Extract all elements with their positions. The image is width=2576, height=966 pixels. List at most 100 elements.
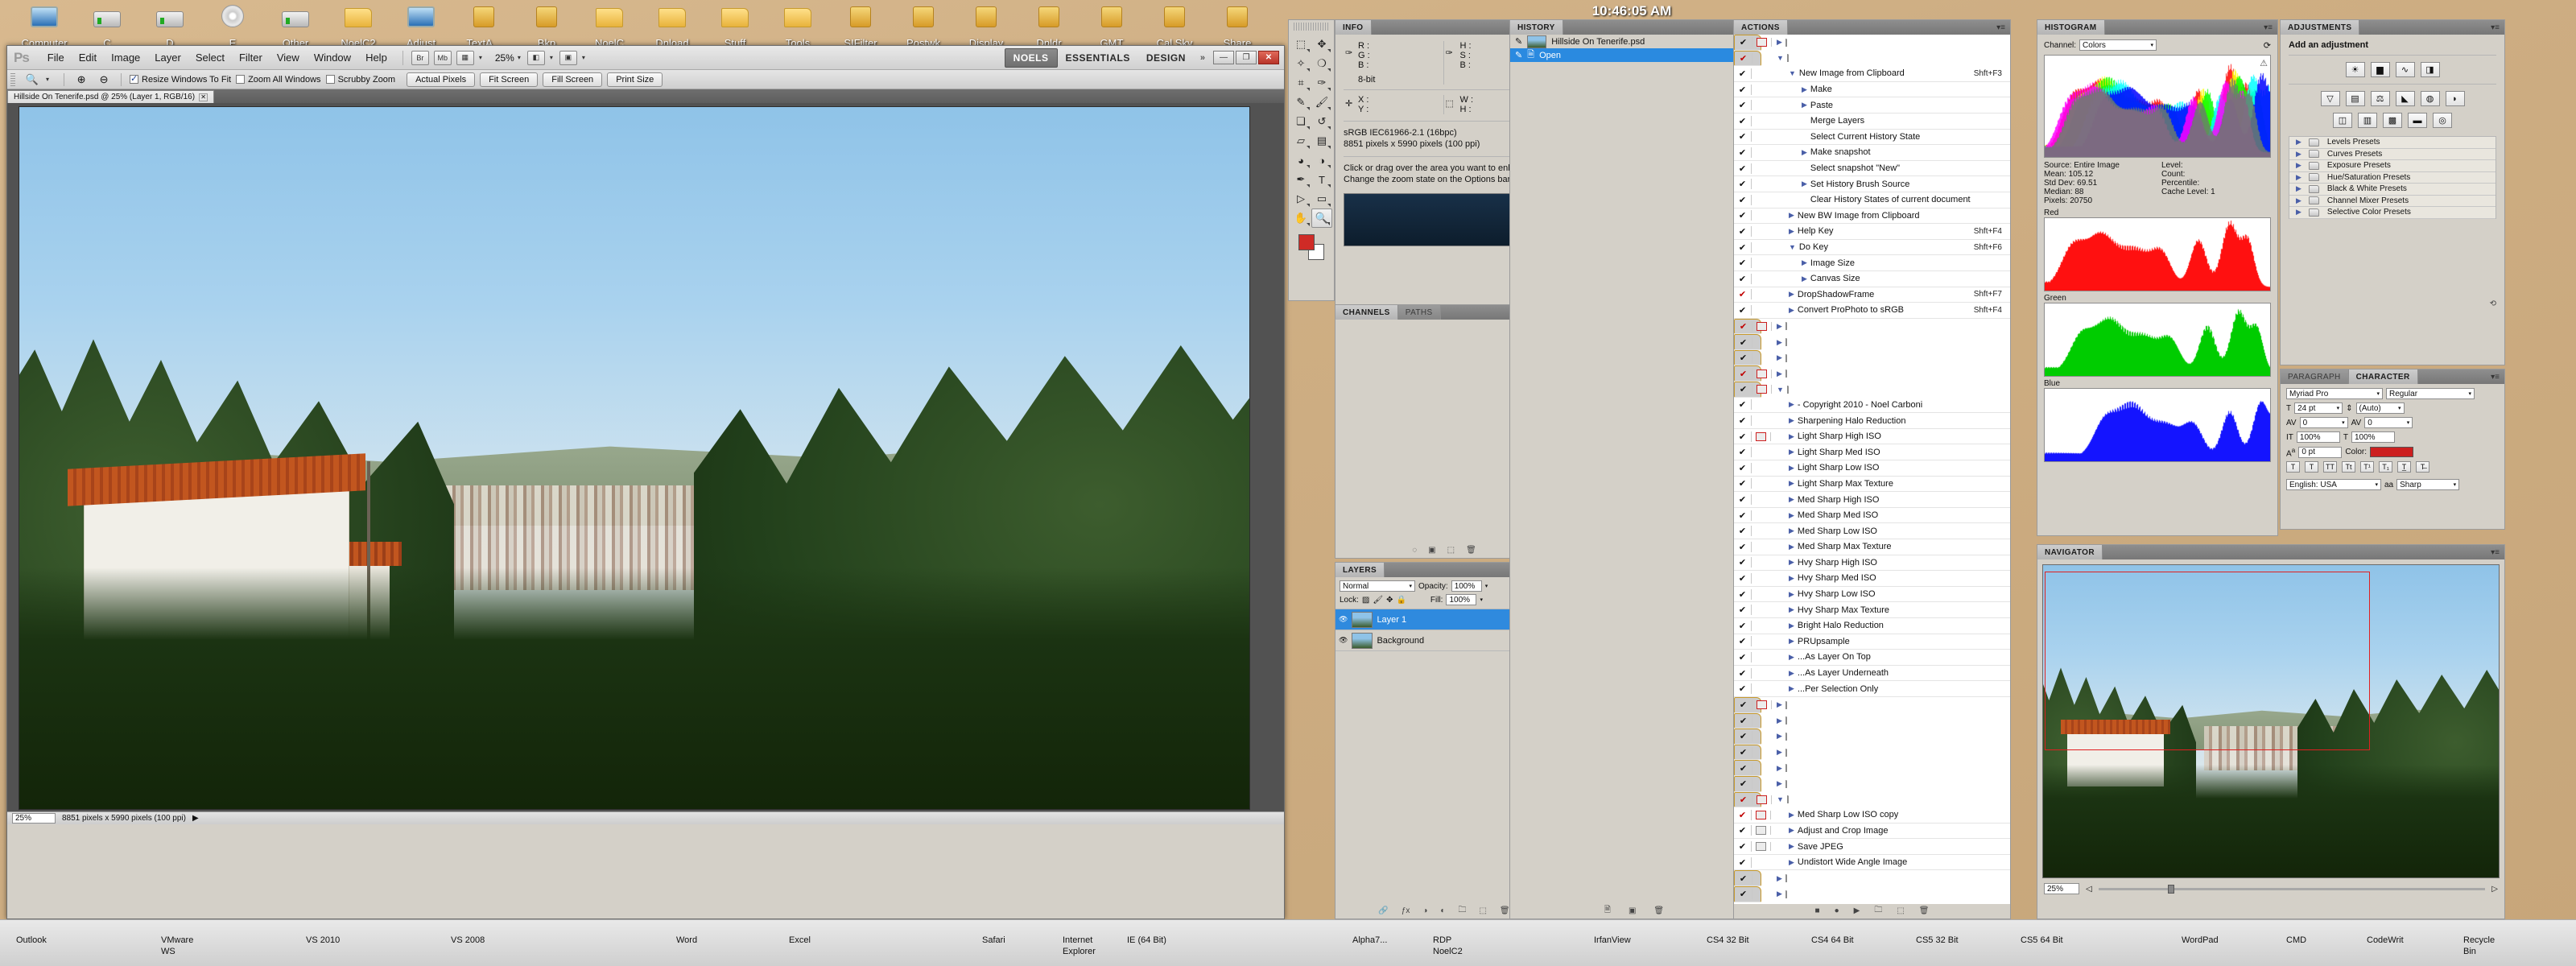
taskbar-item-irfanview[interactable]: IrfanView — [1594, 935, 1631, 946]
action-row[interactable]: ✔ ▶ Light Sharp Low ISO — [1734, 460, 2010, 477]
action-row[interactable]: ✔▼dSLR Fractal Sharpen PR7PE v1_5 — [1734, 382, 1789, 398]
taskbar-item-recycle-bin[interactable]: Recycle Bin — [2463, 935, 2495, 957]
expand-chevron-right-icon[interactable]: ▶ — [1789, 684, 1794, 693]
action-toggle-checkbox[interactable]: ✔ — [1735, 320, 1752, 332]
shape-tool-icon[interactable]: ▭ — [1311, 189, 1332, 208]
histogram-channel-select[interactable]: Colors ▾ — [2079, 39, 2157, 51]
action-toggle-checkbox[interactable]: ✔ — [1735, 762, 1752, 774]
actual-pixels-button[interactable]: Actual Pixels — [407, 72, 476, 87]
options-bar-grip[interactable] — [10, 72, 15, 86]
action-row[interactable]: ✔ ▶ Convert ProPhoto to sRGB Shft+F4 — [1734, 303, 2010, 319]
bridge-button[interactable]: Br — [411, 50, 429, 65]
action-row[interactable]: ✔ ▶ Med Sharp Max Texture — [1734, 539, 2010, 555]
expand-chevron-right-icon[interactable]: ▶ — [1789, 590, 1794, 599]
taskbar-item-internet-explorer[interactable]: Internet Explorer — [1063, 935, 1096, 957]
begin-recording-icon[interactable]: ● — [1835, 906, 1839, 915]
brush-tool-icon[interactable]: 🖌 — [1311, 93, 1332, 112]
action-row[interactable]: ✔▶Default Actions — [1734, 35, 1787, 51]
action-toggle-checkbox[interactable]: ✔ — [1735, 889, 1752, 900]
action-toggle-checkbox[interactable]: ✔ — [1734, 399, 1752, 411]
zoom-in-icon[interactable]: ▷ — [2491, 885, 2498, 894]
action-toggle-checkbox[interactable]: ✔ — [1734, 809, 1752, 820]
action-row[interactable]: ✔ ▶ Hvy Sharp Med ISO — [1734, 571, 2010, 587]
history-brush-tool-icon[interactable]: ↺ — [1311, 112, 1332, 131]
zoom-tool-icon[interactable]: 🔍 — [1311, 208, 1332, 228]
tab-histogram[interactable]: HISTOGRAM — [2037, 20, 2105, 35]
clone-stamp-tool-icon[interactable]: ❏ — [1290, 112, 1311, 131]
character-style-button-2[interactable]: TT — [2323, 461, 2337, 473]
zoom-out-icon[interactable]: ⊖ — [95, 72, 113, 87]
action-toggle-checkbox[interactable]: ✔ — [1734, 304, 1752, 316]
action-dialog-toggle[interactable] — [1752, 842, 1771, 852]
language-select[interactable]: English: USA ▾ — [2286, 479, 2381, 491]
action-row[interactable]: ✔▶Noels — [1734, 318, 1787, 335]
arrange-chevron-down-icon[interactable]: ▾ — [582, 54, 585, 61]
action-toggle-checkbox[interactable]: ✔ — [1735, 794, 1752, 805]
action-toggle-checkbox[interactable]: ✔ — [1735, 778, 1752, 790]
action-toggle-checkbox[interactable]: ✔ — [1734, 462, 1752, 473]
action-dialog-toggle[interactable] — [1752, 385, 1772, 394]
status-arrow-icon[interactable]: ▶ — [192, 814, 199, 823]
navigator-view-box[interactable] — [2045, 572, 2370, 750]
leading-input[interactable]: (Auto) ▾ — [2355, 402, 2405, 414]
expand-chevron-right-icon[interactable]: ▶ — [1777, 874, 1782, 883]
blend-mode-select[interactable]: Normal ▾ — [1340, 580, 1415, 592]
expand-chevron-right-icon[interactable]: ▶ — [1789, 448, 1794, 456]
expand-chevron-right-icon[interactable]: ▶ — [1777, 322, 1782, 331]
expand-chevron-right-icon[interactable]: ▶ — [1777, 748, 1782, 757]
lock-transparency-icon[interactable]: ▨ — [1362, 596, 1369, 605]
action-row[interactable]: ✔ ▶ Hvy Sharp High ISO — [1734, 555, 2010, 572]
character-style-button-5[interactable]: T₁ — [2379, 461, 2392, 473]
zoom-tool-icon[interactable]: 🔍 — [23, 72, 41, 87]
new-set-icon[interactable]: 🗀 — [1874, 904, 1882, 918]
hue-saturation-icon[interactable]: ▤ — [2345, 91, 2365, 106]
action-toggle-checkbox[interactable]: ✔ — [1734, 478, 1752, 489]
action-row[interactable]: ✔ ▶ - Copyright 2010 - Noel Carboni — [1734, 397, 2010, 414]
gradient-map-icon[interactable]: ▬ — [2408, 113, 2427, 128]
tool-preset-chevron-down-icon[interactable]: ▾ — [46, 76, 49, 83]
expand-chevron-right-icon[interactable]: ▶ — [1789, 842, 1794, 851]
zoom-level-input[interactable]: 25% — [12, 813, 56, 824]
taskbar-item-ie-64-bit-[interactable]: IE (64 Bit) — [1127, 935, 1166, 946]
action-row[interactable]: ✔▶Experimental — [1734, 760, 1787, 776]
action-row[interactable]: ✔ ▶ Hvy Sharp Max Texture — [1734, 602, 2010, 618]
workspace-noels[interactable]: NOELS — [1004, 47, 1058, 68]
action-toggle-checkbox[interactable]: ✔ — [1735, 52, 1752, 64]
preset-chevron-right-icon[interactable]: ▶ — [2296, 138, 2301, 147]
adjustment-preset-row[interactable]: ▶ Black & White Presets — [2289, 184, 2496, 196]
document-tab-close-icon[interactable]: ✕ — [199, 93, 208, 101]
action-row[interactable]: ✔ ▶ New BW Image from Clipboard — [1734, 208, 2010, 225]
vertical-scale-input[interactable]: 100% — [2296, 431, 2340, 443]
new-action-icon[interactable]: ⬚ — [1897, 906, 1904, 915]
opacity-input[interactable]: 100% — [1451, 580, 1482, 592]
new-channel-icon[interactable]: ⬚ — [1447, 546, 1455, 555]
action-toggle-checkbox[interactable]: ✔ — [1734, 494, 1752, 506]
action-toggle-checkbox[interactable]: ✔ — [1734, 605, 1752, 616]
action-dialog-toggle[interactable] — [1752, 810, 1771, 819]
gradient-tool-icon[interactable]: ▤ — [1311, 131, 1332, 151]
menu-help[interactable]: Help — [358, 49, 394, 66]
workspace-essentials[interactable]: ESSENTIALS — [1058, 49, 1138, 67]
screen-mode-chevron-down-icon[interactable]: ▾ — [550, 54, 553, 61]
expand-chevron-right-icon[interactable]: ▶ — [1777, 716, 1782, 725]
delete-action-icon[interactable]: 🗑 — [1919, 906, 1930, 915]
window-restore-button[interactable]: ❐ — [1236, 51, 1257, 64]
action-row[interactable]: ✔ ▶ Hvy Sharp Low ISO — [1734, 586, 2010, 603]
crop-tool-icon[interactable]: ⌗ — [1290, 73, 1311, 93]
menu-file[interactable]: File — [40, 49, 72, 66]
adjustment-preset-row[interactable]: ▶ Channel Mixer Presets — [2289, 196, 2496, 207]
expand-chevron-right-icon[interactable]: ▶ — [1777, 732, 1782, 741]
navigator-panel-menu-icon[interactable]: ▾≡ — [2486, 545, 2504, 559]
action-row[interactable]: ✔ ▶ Med Sharp High ISO — [1734, 492, 2010, 508]
character-style-button-3[interactable]: Tt — [2342, 461, 2355, 473]
action-row[interactable]: ✔ ▶ Med Sharp Low ISO copy — [1734, 807, 2010, 824]
expand-chevron-right-icon[interactable]: ▶ — [1789, 227, 1794, 236]
taskbar-item-vs-2010[interactable]: VS 2010 — [306, 935, 340, 946]
action-toggle-checkbox[interactable]: ✔ — [1734, 147, 1752, 158]
action-row[interactable]: ✔ ▶ Set History Brush Source — [1734, 176, 2010, 192]
expand-chevron-right-icon[interactable]: ▶ — [1789, 669, 1794, 678]
window-close-button[interactable]: ✕ — [1258, 51, 1279, 64]
taskbar-item-cs5-32-bit[interactable]: CS5 32 Bit — [1916, 935, 1959, 946]
action-toggle-checkbox[interactable]: ✔ — [1734, 68, 1752, 79]
fill-screen-button[interactable]: Fill Screen — [543, 72, 603, 87]
